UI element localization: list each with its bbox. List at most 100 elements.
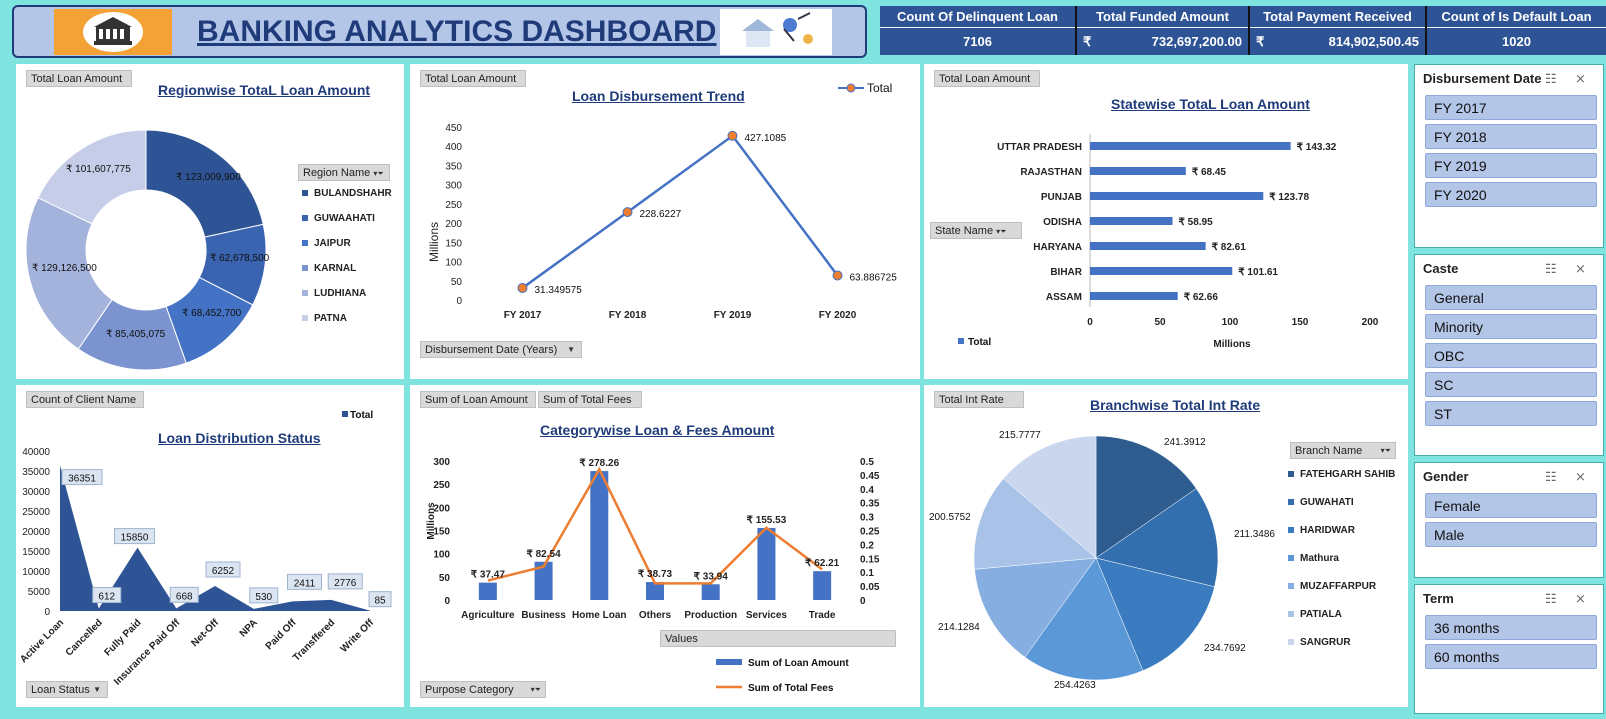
data-label: 612 bbox=[98, 592, 115, 603]
slicer-item[interactable]: FY 2019 bbox=[1425, 153, 1597, 178]
data-label: ₹ 37.47 bbox=[471, 570, 506, 581]
kpi-value: ₹732,697,200.00 bbox=[1077, 28, 1248, 55]
data-label: ₹ 155.53 bbox=[747, 515, 787, 526]
y-tick: 30000 bbox=[22, 487, 50, 498]
legend-item: KARNAL bbox=[302, 263, 356, 274]
bar[interactable] bbox=[1090, 267, 1233, 275]
date-filter-button[interactable]: Disbursement Date (Years) ▼ bbox=[420, 341, 582, 358]
data-label: 215.7777 bbox=[999, 430, 1041, 441]
x-tick: 150 bbox=[1292, 317, 1309, 328]
status-area-chart: Total 0 5000 10000 15000 20000 25000 30000 3500… bbox=[18, 410, 392, 688]
data-label: 31.349575 bbox=[535, 285, 583, 296]
clear-filter-icon[interactable]: ⨯ bbox=[1575, 591, 1586, 607]
y2-tick: 0.5 bbox=[860, 457, 874, 468]
bar[interactable] bbox=[478, 582, 497, 600]
status-chart-panel: Count of Client Name Loan Distribution S… bbox=[16, 385, 404, 707]
donut-slice[interactable] bbox=[145, 129, 264, 238]
category-label: RAJASTHAN bbox=[1020, 167, 1082, 178]
slicer-item[interactable]: OBC bbox=[1425, 343, 1597, 368]
legend-item: Mathura bbox=[1288, 553, 1339, 564]
x-tick: Paid Off bbox=[264, 617, 299, 652]
legend-item: SANGRUR bbox=[1288, 637, 1351, 648]
kpi-table: Count Of Delinquent Loan 7106 Total Fund… bbox=[880, 6, 1606, 55]
region-filter-button[interactable]: Region Name ▾⏷ bbox=[298, 164, 390, 181]
multi-select-icon[interactable]: ☷ bbox=[1545, 71, 1557, 87]
data-point[interactable] bbox=[832, 270, 843, 281]
purpose-filter-button[interactable]: Purpose Category ▾⏷ bbox=[420, 681, 546, 698]
bar[interactable] bbox=[1090, 142, 1291, 150]
legend-item: LUDHIANA bbox=[302, 288, 366, 299]
bar[interactable] bbox=[813, 571, 832, 600]
slicer-item[interactable]: General bbox=[1425, 285, 1597, 310]
x-tick: FY 2020 bbox=[819, 310, 857, 321]
y-tick: 200 bbox=[433, 503, 450, 514]
bar[interactable] bbox=[757, 527, 776, 600]
data-point[interactable] bbox=[727, 130, 738, 141]
slicer-item[interactable]: FY 2020 bbox=[1425, 182, 1597, 207]
data-point[interactable] bbox=[517, 282, 528, 293]
slicer-item[interactable]: Male bbox=[1425, 522, 1597, 547]
bar[interactable] bbox=[1090, 192, 1264, 200]
x-tick: FY 2018 bbox=[609, 310, 647, 321]
multi-select-icon[interactable]: ☷ bbox=[1545, 261, 1557, 277]
category-combo-chart: Millions 05010015020025030000.050.10.150… bbox=[426, 457, 880, 694]
x-tick: NPA bbox=[238, 617, 260, 639]
bar[interactable] bbox=[1090, 292, 1178, 300]
legend-label: Total bbox=[350, 410, 373, 421]
slicer-item[interactable]: 36 months bbox=[1425, 615, 1597, 640]
data-label: 228.6227 bbox=[640, 209, 682, 220]
state-legend: Total bbox=[958, 337, 991, 348]
multi-select-icon[interactable]: ☷ bbox=[1545, 469, 1557, 485]
kpi-value: 7106 bbox=[880, 28, 1075, 55]
values-button[interactable]: Values bbox=[660, 630, 896, 647]
slicer-item[interactable]: FY 2017 bbox=[1425, 95, 1597, 120]
bar[interactable] bbox=[646, 582, 664, 600]
category-label: ODISHA bbox=[1043, 217, 1082, 228]
y-tick: 15000 bbox=[22, 547, 50, 558]
bar[interactable] bbox=[590, 471, 609, 600]
multi-select-icon[interactable]: ☷ bbox=[1545, 591, 1557, 607]
y-tick: 350 bbox=[445, 161, 462, 172]
x-tick: Active Loan bbox=[18, 617, 66, 665]
slicer-item[interactable]: ST bbox=[1425, 401, 1597, 426]
y-tick: 10000 bbox=[22, 567, 50, 578]
category-legend: Sum of Loan Amount Sum of Total Fees bbox=[716, 658, 849, 694]
trend-chart-panel: Total Loan Amount Loan Disbursement Tren… bbox=[410, 64, 920, 379]
legend-label: SANGRUR bbox=[1300, 637, 1351, 648]
data-label: 241.3912 bbox=[1164, 437, 1206, 448]
x-axis-label: Millions bbox=[1213, 339, 1251, 350]
x-tick: 100 bbox=[1222, 317, 1239, 328]
slicer-item[interactable]: Minority bbox=[1425, 314, 1597, 339]
kpi-default: Count of Is Default Loan 1020 bbox=[1427, 6, 1606, 55]
data-label: ₹ 123,009,900 bbox=[176, 172, 241, 183]
slicer-item[interactable]: SC bbox=[1425, 372, 1597, 397]
clear-filter-icon[interactable]: ⨯ bbox=[1575, 71, 1586, 87]
bar[interactable] bbox=[1090, 217, 1173, 225]
data-point[interactable] bbox=[622, 207, 633, 218]
clear-filter-icon[interactable]: ⨯ bbox=[1575, 261, 1586, 277]
y-tick: 50 bbox=[439, 573, 451, 584]
data-label: ₹ 82.61 bbox=[1212, 242, 1247, 253]
slicer-title: Disbursement Date bbox=[1423, 71, 1542, 86]
y-tick: 250 bbox=[445, 200, 462, 211]
dashboard-header: BANKING ANALYTICS DASHBOARD bbox=[12, 5, 867, 58]
status-filter-button[interactable]: Loan Status ▼ bbox=[26, 681, 108, 698]
slicer-item[interactable]: FY 2018 bbox=[1425, 124, 1597, 149]
bar[interactable] bbox=[1090, 242, 1206, 250]
bar[interactable] bbox=[1090, 167, 1186, 175]
y2-tick: 0.3 bbox=[860, 513, 874, 524]
slicer-item[interactable]: 60 months bbox=[1425, 644, 1597, 669]
category-label: HARYANA bbox=[1033, 242, 1082, 253]
clear-filter-icon[interactable]: ⨯ bbox=[1575, 469, 1586, 485]
kpi-value: 1020 bbox=[1427, 28, 1606, 55]
y-tick: 0 bbox=[444, 596, 450, 607]
y-tick: 40000 bbox=[22, 447, 50, 458]
slicer-term: Term ☷ ⨯ 36 months 60 months bbox=[1414, 584, 1604, 714]
y-tick: 200 bbox=[445, 219, 462, 230]
slicer-item[interactable]: Female bbox=[1425, 493, 1597, 518]
branch-filter-button[interactable]: Branch Name ▾⏷ bbox=[1290, 442, 1396, 459]
bar[interactable] bbox=[701, 584, 720, 600]
y-tick: 35000 bbox=[22, 467, 50, 478]
y-tick: 100 bbox=[445, 258, 462, 269]
y-tick: 100 bbox=[433, 550, 450, 561]
